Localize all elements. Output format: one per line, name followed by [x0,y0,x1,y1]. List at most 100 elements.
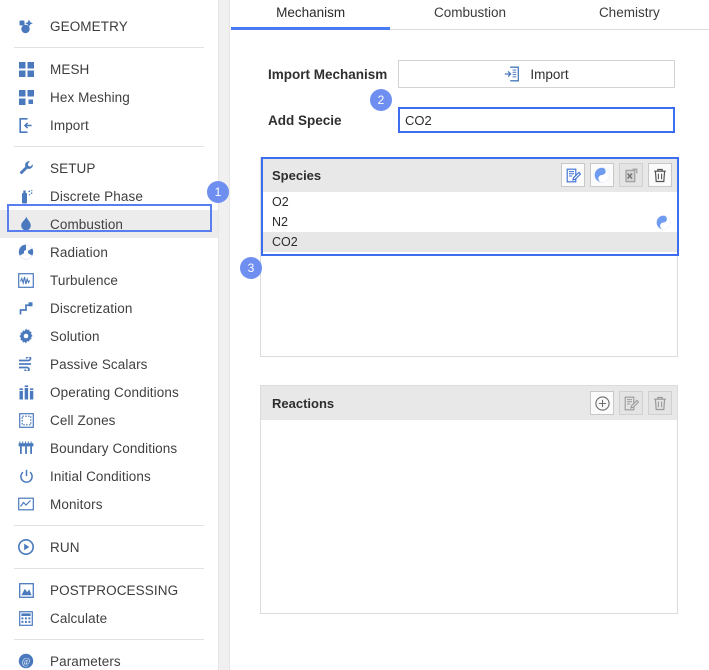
sidebar-item-label: Radiation [50,244,108,260]
sidebar-item-passive-scalars[interactable]: Passive Scalars [0,350,218,378]
discretization-icon [14,297,38,319]
sidebar-item-discrete-phase[interactable]: Discrete Phase [0,182,218,210]
species-panel-header: Species [261,158,677,192]
list-item[interactable]: N2 [261,212,677,232]
sidebar-item-solution[interactable]: Solution [0,322,218,350]
sidebar-item-label: Monitors [50,496,103,512]
sidebar-item-label: Import [50,117,89,133]
callout-badge-3: 3 [240,257,262,279]
sidebar-group-misc: @ Parameters Summary [0,647,218,670]
thermo-properties-icon [594,167,610,183]
add-specie-label: Add Specie [268,112,342,128]
sidebar-divider [14,47,204,48]
sidebar-divider [14,568,204,569]
edit-icon [566,168,581,183]
list-item[interactable]: O2 [261,192,677,212]
reactions-panel: Reactions [260,385,678,614]
sidebar-item-label: Passive Scalars [50,356,148,372]
callout-badge-2: 2 [370,89,392,111]
sidebar-item-combustion[interactable]: Combustion [0,210,218,238]
hex-meshing-icon [14,86,38,108]
delete-icon [653,396,667,411]
sidebar-item-hex-meshing[interactable]: Hex Meshing [0,83,218,111]
sidebar-group-setup: SETUP Discrete Phase Combustion Radiatio… [0,154,218,518]
application-window: GEOMETRY MESH Hex Meshing Import SETUP D… [0,0,709,670]
sidebar-item-label: RUN [50,539,80,555]
reactions-add-button[interactable] [590,391,614,415]
sidebar-divider [14,639,204,640]
sidebar: GEOMETRY MESH Hex Meshing Import SETUP D… [0,0,218,670]
import-button-label: Import [530,66,569,82]
parameters-icon: @ [14,650,38,670]
calculator-icon [14,607,38,629]
edit-icon [624,396,639,411]
species-delete-button[interactable] [648,163,672,187]
sidebar-divider [14,525,204,526]
species-name: N2 [272,215,288,229]
remove-properties-icon [624,168,639,183]
species-properties-button[interactable] [590,163,614,187]
tab-combustion[interactable]: Combustion [390,0,549,29]
reactions-edit-button [619,391,643,415]
sidebar-item-radiation[interactable]: Radiation [0,238,218,266]
sidebar-item-label: Discretization [50,300,133,316]
sidebar-item-label: Turbulence [50,272,119,288]
wrench-icon [14,157,38,179]
mesh-icon [14,58,38,80]
sidebar-item-label: Initial Conditions [50,468,151,484]
sidebar-group-run: RUN [0,533,218,561]
tab-label: Chemistry [598,5,660,20]
sidebar-item-postprocessing[interactable]: POSTPROCESSING [0,576,218,604]
sidebar-item-label: Calculate [50,610,108,626]
callout-badge-1: 1 [207,181,229,203]
sidebar-item-label: Hex Meshing [50,89,130,105]
add-icon [594,395,610,411]
sidebar-item-mesh[interactable]: MESH [0,55,218,83]
postprocessing-icon [14,579,38,601]
tab-label: Combustion [433,5,507,20]
thermo-properties-icon[interactable] [656,215,671,230]
sidebar-item-setup[interactable]: SETUP [0,154,218,182]
import-document-icon [504,66,520,82]
sidebar-item-turbulence[interactable]: Turbulence [0,266,218,294]
species-name: O2 [272,195,289,209]
sidebar-item-label: Parameters [50,653,121,669]
tab-bar: Mechanism Combustion Chemistry [231,0,709,30]
sidebar-item-parameters[interactable]: @ Parameters [0,647,218,670]
sidebar-item-geometry[interactable]: GEOMETRY [0,12,218,40]
sidebar-item-cell-zones[interactable]: Cell Zones [0,406,218,434]
sidebar-item-initial-conditions[interactable]: Initial Conditions [0,462,218,490]
reactions-delete-button [648,391,672,415]
sidebar-scroll-gutter[interactable] [218,0,230,670]
sidebar-item-label: Discrete Phase [50,188,143,204]
sidebar-divider [14,146,204,147]
add-specie-input[interactable] [398,107,675,133]
tab-mechanism[interactable]: Mechanism [231,0,391,30]
species-remove-properties-button [619,163,643,187]
radiation-icon [14,241,38,263]
gear-icon [14,325,38,347]
sidebar-group-postprocessing: POSTPROCESSING Calculate [0,576,218,632]
sidebar-item-operating-conditions[interactable]: Operating Conditions [0,378,218,406]
flame-icon [14,213,38,235]
species-edit-button[interactable] [561,163,585,187]
sidebar-item-label: Boundary Conditions [50,440,178,456]
turbulence-icon [14,269,38,291]
list-item[interactable]: CO2 [261,232,677,252]
cell-zones-icon [14,409,38,431]
species-panel: Species O2 N2 CO2 [260,157,678,357]
import-button[interactable]: Import [398,60,675,88]
svg-text:@: @ [22,657,30,667]
play-icon [14,536,38,558]
passive-scalars-icon [14,353,38,375]
sidebar-item-monitors[interactable]: Monitors [0,490,218,518]
boundary-conditions-icon [14,437,38,459]
sidebar-item-import[interactable]: Import [0,111,218,139]
sidebar-item-calculate[interactable]: Calculate [0,604,218,632]
sidebar-item-discretization[interactable]: Discretization [0,294,218,322]
tab-chemistry[interactable]: Chemistry [550,0,709,29]
monitors-icon [14,493,38,515]
sidebar-item-run[interactable]: RUN [0,533,218,561]
sidebar-item-boundary-conditions[interactable]: Boundary Conditions [0,434,218,462]
geometry-icon [14,15,38,37]
